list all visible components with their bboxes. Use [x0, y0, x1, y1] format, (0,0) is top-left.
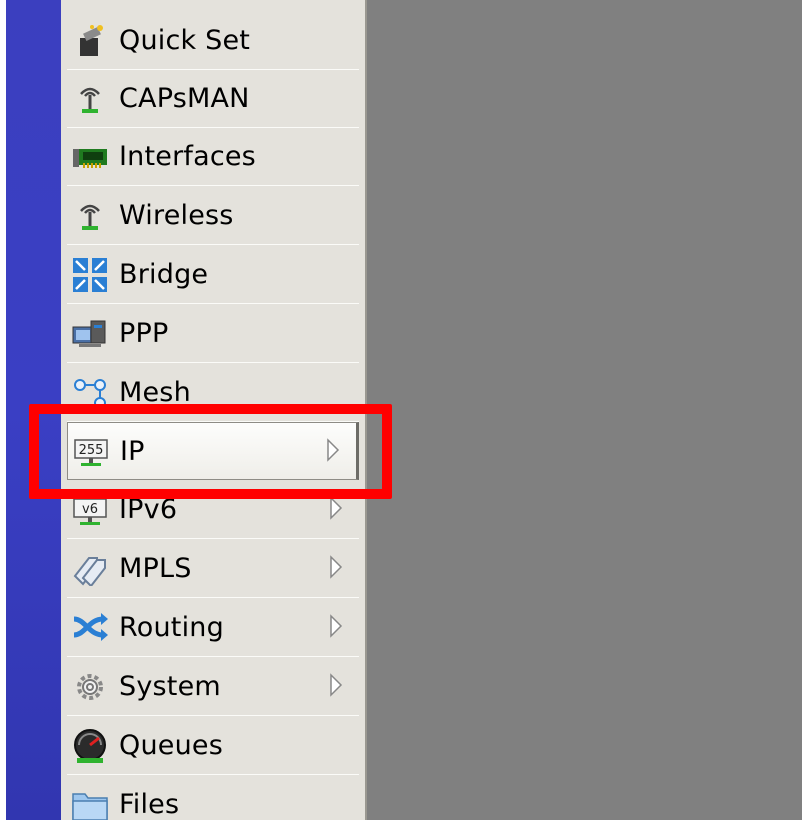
menu-item-label: Routing [119, 612, 224, 643]
menu-item-label: Quick Set [119, 25, 251, 56]
menu-item-mpls[interactable]: MPLS [67, 540, 359, 598]
menu-item-label: IP [120, 435, 145, 467]
mpls-tags-icon [71, 552, 109, 586]
antenna-icon [71, 82, 109, 116]
menu-item-label: Interfaces [119, 141, 256, 172]
folder-icon [71, 788, 109, 820]
menu-item-label: System [119, 671, 221, 702]
antenna-icon [71, 199, 109, 233]
menu-item-label: Wireless [119, 200, 234, 231]
submenu-arrow-icon [329, 496, 343, 520]
workspace-area [367, 0, 802, 820]
menu-item-ppp[interactable]: PPP [67, 305, 359, 363]
submenu-arrow-icon [326, 438, 340, 462]
menu-item-ip[interactable]: 255 IP [67, 422, 359, 480]
submenu-arrow-icon [329, 673, 343, 697]
routing-arrows-icon [71, 611, 109, 645]
ipv6-icon: v6 [71, 493, 109, 527]
menu-item-label: IPv6 [119, 494, 178, 525]
menu-item-label: Bridge [119, 259, 209, 290]
menu-item-label: Queues [119, 730, 223, 761]
menu-item-label: CAPsMAN [119, 83, 250, 114]
svg-text:v6: v6 [82, 502, 98, 517]
ppp-computers-icon [71, 317, 109, 351]
network-card-icon [71, 140, 109, 174]
menu-item-label: Mesh [119, 377, 191, 408]
svg-text:255: 255 [79, 443, 104, 458]
submenu-arrow-icon [329, 555, 343, 579]
menu-item-queues[interactable]: Queues [67, 717, 359, 775]
system-gear-icon [71, 670, 109, 704]
menu-item-mesh[interactable]: Mesh [67, 364, 359, 422]
menu-item-wireless[interactable]: Wireless [67, 187, 359, 245]
menu-item-ipv6[interactable]: v6 IPv6 [67, 481, 359, 539]
menu-item-quick-set[interactable]: Quick Set [67, 12, 359, 70]
main-menu: Quick Set CAPsMAN Interfaces Wireless Br… [61, 0, 367, 820]
bridge-arrows-icon [71, 257, 109, 292]
quick-set-wand-icon [71, 24, 109, 58]
menu-item-label: Files [119, 789, 180, 820]
menu-item-system[interactable]: System [67, 658, 359, 716]
menu-item-files[interactable]: Files [67, 776, 359, 820]
menu-item-routing[interactable]: Routing [67, 599, 359, 657]
submenu-arrow-icon [329, 614, 343, 638]
winbox-window: Quick Set CAPsMAN Interfaces Wireless Br… [6, 0, 802, 820]
menu-item-label: PPP [119, 318, 169, 349]
menu-item-bridge[interactable]: Bridge [67, 246, 359, 304]
side-banner [6, 0, 61, 820]
menu-item-capsman[interactable]: CAPsMAN [67, 70, 359, 128]
menu-item-label: MPLS [119, 553, 192, 584]
menu-item-interfaces[interactable]: Interfaces [67, 128, 359, 186]
ip-255-icon: 255 [72, 434, 110, 468]
mesh-nodes-icon [71, 376, 109, 410]
queues-gauge-icon [71, 728, 109, 763]
